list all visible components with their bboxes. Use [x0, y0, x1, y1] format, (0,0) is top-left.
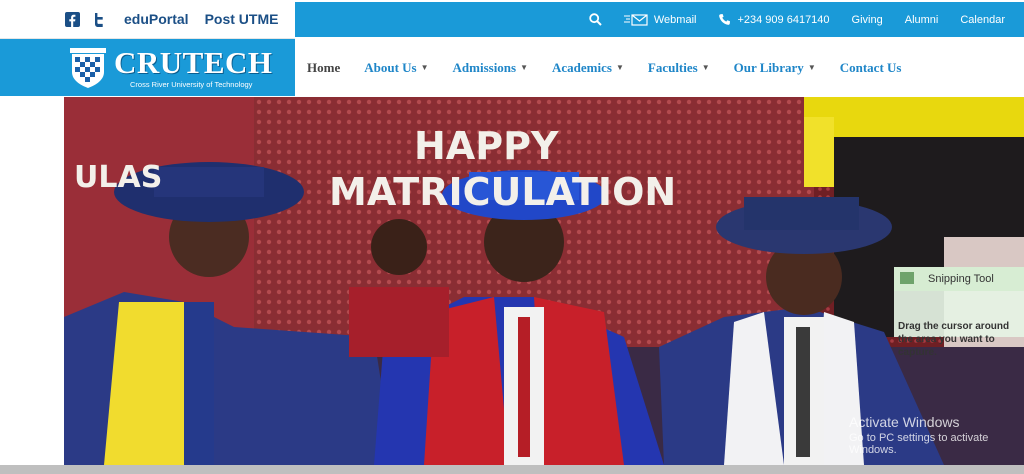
phone-label: +234 909 6417140 [737, 13, 830, 26]
caret-down-icon: ▼ [615, 63, 624, 72]
nav-item-label: Our Library [733, 59, 804, 75]
eduportal-link[interactable]: eduPortal [124, 11, 189, 27]
snipping-tool-title: Snipping Tool [928, 273, 994, 285]
phone-link[interactable]: +234 909 6417140 [718, 13, 830, 26]
nav-item-label: Admissions [452, 59, 517, 75]
webmail-label: Webmail [653, 13, 697, 26]
facebook-icon[interactable] [64, 11, 81, 28]
activate-windows-watermark: Activate Windows Go to PC settings to ac… [849, 414, 1024, 456]
snipping-tool-instructions: Drag the cursor around the area you want… [898, 321, 1010, 358]
alumni-link[interactable]: Alumni [905, 14, 939, 26]
crest-icon [70, 48, 106, 88]
logo-name: CRUTECH [114, 45, 273, 80]
webmail-link[interactable]: Webmail [623, 13, 697, 26]
nav-item-label: Home [307, 59, 341, 75]
banner-line-1: HAPPY [414, 124, 559, 168]
caret-down-icon: ▼ [701, 63, 710, 72]
nav-item-label: About Us [364, 59, 417, 75]
nav-item-faculties[interactable]: Faculties ▼ [648, 60, 710, 76]
bottom-scroll-strip [0, 465, 1024, 474]
logo[interactable]: CRUTECH Cross River University of Techno… [0, 39, 295, 96]
nav-item-about-us[interactable]: About Us ▼ [364, 60, 428, 76]
giving-link[interactable]: Giving [852, 14, 883, 26]
caret-down-icon: ▼ [807, 63, 816, 72]
phone-icon [718, 13, 731, 26]
main-nav: Home About Us ▼ Admissions ▼ Academics ▼… [295, 39, 1024, 96]
caret-down-icon: ▼ [420, 63, 429, 72]
top-bar-utility: Webmail +234 909 6417140 Giving Alumni C… [295, 2, 1024, 37]
nav-item-label: Faculties [647, 59, 698, 75]
nav-item-admissions[interactable]: Admissions ▼ [453, 60, 529, 76]
site-header: CRUTECH Cross River University of Techno… [0, 39, 1024, 97]
activate-windows-title: Activate Windows [849, 414, 960, 430]
nav-item-contact-us[interactable]: Contact Us [840, 60, 902, 76]
hero-slider-image[interactable]: HAPPY MATRICULATION ULAS [64, 97, 1024, 465]
nav-item-label: Academics [552, 59, 612, 75]
calendar-link[interactable]: Calendar [960, 14, 1005, 26]
top-bar: eduPortal Post UTME Webmail +234 909 641… [0, 0, 1024, 39]
caret-down-icon: ▼ [520, 63, 529, 72]
envelope-icon [623, 13, 648, 26]
twitter-icon[interactable] [91, 11, 108, 28]
nav-item-home[interactable]: Home [307, 60, 340, 76]
matriculation-photo: HAPPY MATRICULATION ULAS [64, 97, 1024, 465]
nav-item-our-library[interactable]: Our Library ▼ [734, 60, 816, 76]
post-utme-link[interactable]: Post UTME [205, 11, 279, 27]
nav-item-academics[interactable]: Academics ▼ [552, 60, 624, 76]
logo-subtitle: Cross River University of Technology [130, 80, 253, 89]
activate-windows-subtitle: Go to PC settings to activate Windows. [849, 432, 989, 456]
banner-fragment-left: ULAS [74, 160, 162, 195]
search-icon[interactable] [589, 13, 602, 26]
banner-line-2: MATRICULATION [329, 170, 676, 214]
nav-item-label: Contact Us [839, 59, 902, 75]
top-bar-left: eduPortal Post UTME [0, 0, 295, 39]
